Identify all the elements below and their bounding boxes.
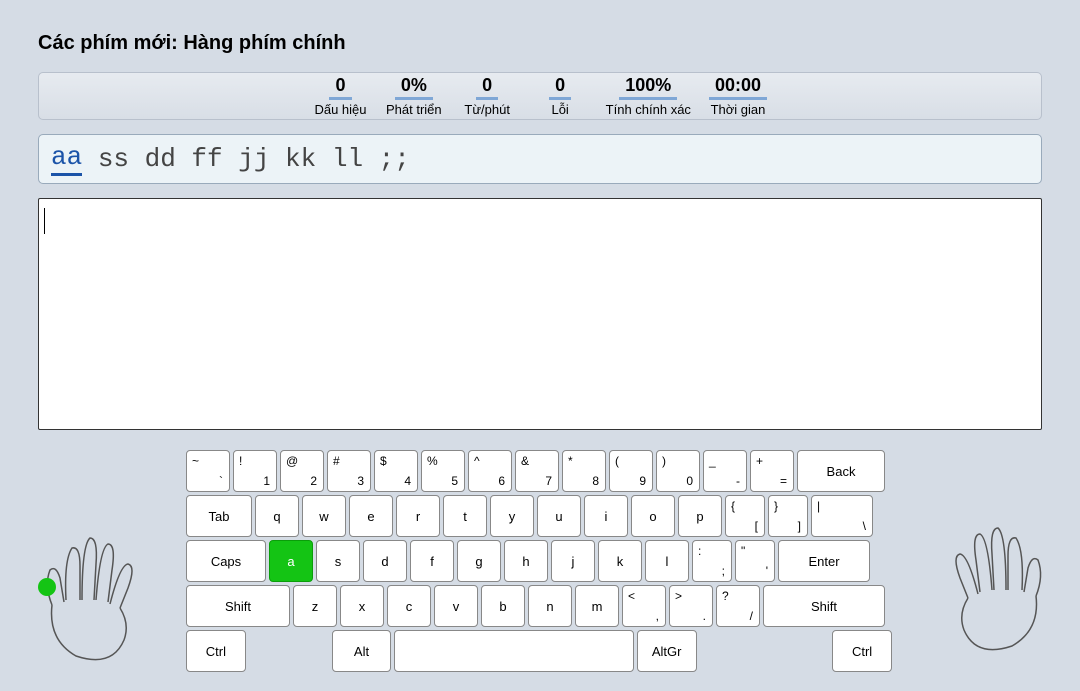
key-5[interactable]: %5 bbox=[421, 450, 465, 492]
key-n[interactable]: n bbox=[528, 585, 572, 627]
key-capslock[interactable]: Caps bbox=[186, 540, 266, 582]
key-t[interactable]: t bbox=[443, 495, 487, 537]
stat-label: Thời gian bbox=[711, 102, 766, 117]
key-v[interactable]: v bbox=[434, 585, 478, 627]
key-p[interactable]: p bbox=[678, 495, 722, 537]
key-8[interactable]: *8 bbox=[562, 450, 606, 492]
key-tab[interactable]: Tab bbox=[186, 495, 252, 537]
key-k[interactable]: k bbox=[598, 540, 642, 582]
stat-progress: 0% Phát triển bbox=[386, 75, 442, 117]
key-c[interactable]: c bbox=[387, 585, 431, 627]
key-=[interactable]: += bbox=[750, 450, 794, 492]
key-9[interactable]: (9 bbox=[609, 450, 653, 492]
text-cursor bbox=[44, 208, 45, 234]
key-,[interactable]: <, bbox=[622, 585, 666, 627]
virtual-keyboard: ~`!1@2#3$4%5^6&7*8(9)0_-+=Back Tabqwerty… bbox=[186, 450, 892, 675]
key-i[interactable]: i bbox=[584, 495, 628, 537]
key-alt[interactable]: Alt bbox=[332, 630, 392, 672]
key-m[interactable]: m bbox=[575, 585, 619, 627]
stat-value: 00:00 bbox=[709, 75, 767, 100]
key-enter[interactable]: Enter bbox=[778, 540, 870, 582]
key-h[interactable]: h bbox=[504, 540, 548, 582]
key-l[interactable]: l bbox=[645, 540, 689, 582]
key-.[interactable]: >. bbox=[669, 585, 713, 627]
finger-indicator-dot bbox=[38, 578, 56, 596]
key-j[interactable]: j bbox=[551, 540, 595, 582]
key-shift-right[interactable]: Shift bbox=[763, 585, 885, 627]
stat-accuracy: 100% Tính chính xác bbox=[606, 75, 691, 117]
key-space[interactable] bbox=[394, 630, 633, 672]
key-altgr[interactable]: AltGr bbox=[637, 630, 697, 672]
key-[[interactable]: {[ bbox=[725, 495, 765, 537]
key-4[interactable]: $4 bbox=[374, 450, 418, 492]
key-q[interactable]: q bbox=[255, 495, 299, 537]
key-backslash[interactable]: |\ bbox=[811, 495, 873, 537]
left-hand-icon bbox=[24, 530, 164, 670]
key-r[interactable]: r bbox=[396, 495, 440, 537]
key-6[interactable]: ^6 bbox=[468, 450, 512, 492]
stat-label: Lỗi bbox=[551, 102, 568, 117]
key-7[interactable]: &7 bbox=[515, 450, 559, 492]
stat-value: 0% bbox=[395, 75, 433, 100]
key-1[interactable]: !1 bbox=[233, 450, 277, 492]
target-rest: ss dd ff jj kk ll ;; bbox=[82, 144, 410, 174]
key-b[interactable]: b bbox=[481, 585, 525, 627]
page-title: Các phím mới: Hàng phím chính bbox=[38, 32, 346, 55]
key-a[interactable]: a bbox=[269, 540, 313, 582]
stat-label: Từ/phút bbox=[464, 102, 510, 117]
key-s[interactable]: s bbox=[316, 540, 360, 582]
key-w[interactable]: w bbox=[302, 495, 346, 537]
key-backspace[interactable]: Back bbox=[797, 450, 885, 492]
stat-label: Dấu hiệu bbox=[314, 102, 366, 117]
stat-label: Phát triển bbox=[386, 102, 442, 117]
key-0[interactable]: )0 bbox=[656, 450, 700, 492]
key-g[interactable]: g bbox=[457, 540, 501, 582]
key-u[interactable]: u bbox=[537, 495, 581, 537]
stats-bar: 0 Dấu hiệu 0% Phát triển 0 Từ/phút 0 Lỗi… bbox=[38, 72, 1042, 120]
key-/[interactable]: ?/ bbox=[716, 585, 760, 627]
key-e[interactable]: e bbox=[349, 495, 393, 537]
key-2[interactable]: @2 bbox=[280, 450, 324, 492]
key--[interactable]: _- bbox=[703, 450, 747, 492]
key-;[interactable]: :; bbox=[692, 540, 732, 582]
key-x[interactable]: x bbox=[340, 585, 384, 627]
stat-label: Tính chính xác bbox=[606, 102, 691, 117]
stat-value: 0 bbox=[329, 75, 351, 100]
stat-value: 0 bbox=[476, 75, 498, 100]
target-text-display: aa ss dd ff jj kk ll ;; bbox=[38, 134, 1042, 184]
key-`[interactable]: ~` bbox=[186, 450, 230, 492]
right-hand-icon bbox=[914, 518, 1064, 668]
key-ctrl-left[interactable]: Ctrl bbox=[186, 630, 246, 672]
key-f[interactable]: f bbox=[410, 540, 454, 582]
key-ctrl-right[interactable]: Ctrl bbox=[832, 630, 892, 672]
key-d[interactable]: d bbox=[363, 540, 407, 582]
stat-errors: 0 Lỗi bbox=[533, 75, 588, 117]
stat-value: 100% bbox=[619, 75, 677, 100]
key-y[interactable]: y bbox=[490, 495, 534, 537]
key-'[interactable]: "' bbox=[735, 540, 775, 582]
key-shift-left[interactable]: Shift bbox=[186, 585, 290, 627]
stat-wpm: 0 Từ/phút bbox=[460, 75, 515, 117]
stat-value: 0 bbox=[549, 75, 571, 100]
stat-signs: 0 Dấu hiệu bbox=[313, 75, 368, 117]
key-z[interactable]: z bbox=[293, 585, 337, 627]
typing-input[interactable] bbox=[38, 198, 1042, 430]
key-][interactable]: }] bbox=[768, 495, 808, 537]
target-highlighted: aa bbox=[51, 142, 82, 176]
stat-time: 00:00 Thời gian bbox=[709, 75, 767, 117]
key-o[interactable]: o bbox=[631, 495, 675, 537]
key-3[interactable]: #3 bbox=[327, 450, 371, 492]
